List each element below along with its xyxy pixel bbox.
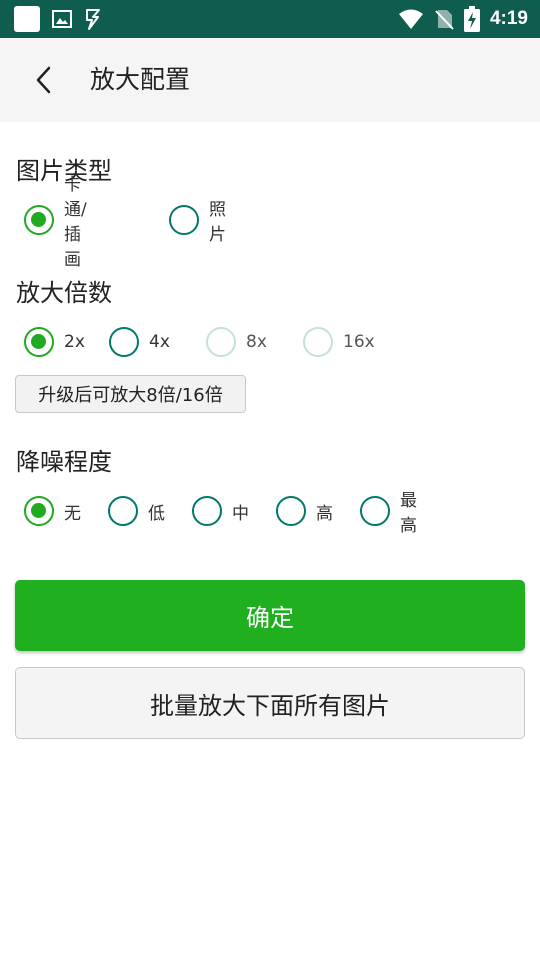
radio-label: 高: [316, 503, 333, 524]
radio-label: 16x: [343, 332, 375, 352]
bolt-icon: [86, 9, 100, 30]
batch-upscale-button[interactable]: 批量放大下面所有图片: [15, 667, 525, 739]
radio-label: 照片: [209, 200, 226, 245]
notification-square-icon: [14, 6, 40, 32]
radio-label: 卡通/插画: [64, 175, 87, 270]
radio-scale-8x[interactable]: 8x: [206, 326, 267, 358]
radio-photo[interactable]: 照片: [169, 200, 226, 245]
image-icon: [52, 10, 72, 28]
confirm-button[interactable]: 确定: [15, 580, 525, 651]
radio-unchecked-icon: [360, 496, 390, 526]
status-bar-left: [14, 6, 102, 32]
radio-label: 2x: [64, 332, 85, 352]
upgrade-button[interactable]: 升级后可放大8倍/16倍: [15, 375, 246, 413]
radio-scale-4x[interactable]: 4x: [109, 326, 170, 358]
chevron-left-icon: [36, 66, 51, 94]
denoise-title: 降噪程度: [16, 448, 112, 476]
radio-label: 中: [232, 503, 249, 524]
app-bar: 放大配置: [0, 38, 540, 122]
radio-label: 8x: [246, 332, 267, 352]
radio-label: 低: [148, 503, 165, 524]
radio-unchecked-icon: [192, 496, 222, 526]
radio-denoise-none[interactable]: 无: [24, 495, 81, 527]
radio-checked-icon: [24, 205, 54, 235]
radio-checked-icon: [24, 496, 54, 526]
radio-label: 最高: [400, 491, 417, 536]
radio-denoise-highest[interactable]: 最高: [360, 491, 417, 536]
radio-checked-icon: [24, 327, 54, 357]
battery-charging-icon: [463, 6, 480, 32]
radio-unchecked-icon: [108, 496, 138, 526]
radio-denoise-low[interactable]: 低: [108, 495, 165, 527]
status-time: 4:19: [489, 8, 528, 29]
radio-denoise-medium[interactable]: 中: [192, 495, 249, 527]
radio-cartoon[interactable]: 卡通/插画: [24, 175, 87, 270]
radio-unchecked-icon: [276, 496, 306, 526]
radio-unchecked-icon: [109, 327, 139, 357]
radio-scale-2x[interactable]: 2x: [24, 326, 85, 358]
radio-disabled-icon: [303, 327, 333, 357]
wifi-icon: [398, 9, 423, 29]
no-sim-icon: [435, 10, 454, 30]
page-title: 放大配置: [90, 65, 191, 94]
status-bar: 4:19: [0, 0, 540, 38]
radio-disabled-icon: [206, 327, 236, 357]
back-button[interactable]: [24, 60, 64, 100]
radio-scale-16x[interactable]: 16x: [303, 326, 375, 358]
radio-label: 4x: [149, 332, 170, 352]
status-bar-right: 4:19: [398, 4, 528, 34]
radio-unchecked-icon: [169, 205, 199, 235]
scale-title: 放大倍数: [16, 279, 112, 307]
radio-denoise-high[interactable]: 高: [276, 495, 333, 527]
radio-label: 无: [64, 503, 81, 524]
